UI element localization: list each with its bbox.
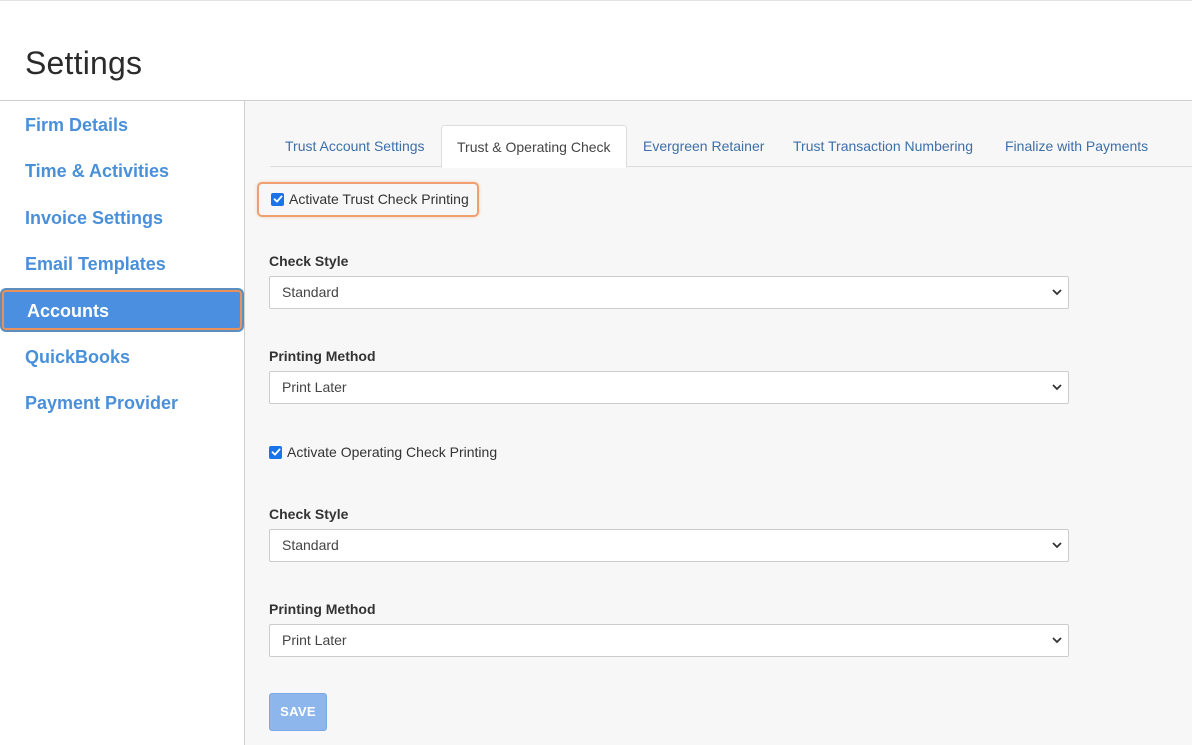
sidebar-item-firm-details[interactable]: Firm Details xyxy=(0,102,244,148)
page-title: Settings xyxy=(25,45,143,81)
operating-printing-method-value: Print Later xyxy=(282,632,347,648)
trust-check-style-select[interactable]: Standard xyxy=(269,276,1069,309)
sidebar-item-invoice-settings[interactable]: Invoice Settings xyxy=(0,195,244,241)
tab-bar: Trust Account Settings Trust & Operating… xyxy=(270,125,1192,168)
chevron-down-icon xyxy=(1052,289,1062,296)
chevron-down-icon xyxy=(1052,637,1062,644)
checkmark-icon xyxy=(273,195,282,203)
settings-sidebar: Firm Details Time & Activities Invoice S… xyxy=(0,101,245,745)
chevron-down-icon xyxy=(1052,542,1062,549)
main-content: Trust Account Settings Trust & Operating… xyxy=(245,101,1192,745)
tab-evergreen-retainer[interactable]: Evergreen Retainer xyxy=(628,125,779,167)
trust-check-style-value: Standard xyxy=(282,284,339,300)
tab-trust-transaction-numbering[interactable]: Trust Transaction Numbering xyxy=(778,125,988,167)
trust-check-style-label: Check Style xyxy=(269,253,349,269)
activate-trust-check-printing[interactable]: Activate Trust Check Printing xyxy=(257,182,479,217)
trust-printing-method-select[interactable]: Print Later xyxy=(269,371,1069,404)
operating-check-style-value: Standard xyxy=(282,537,339,553)
sidebar-item-time-activities[interactable]: Time & Activities xyxy=(0,148,244,194)
sidebar-item-quickbooks[interactable]: QuickBooks xyxy=(0,334,244,380)
trust-check-printing-label: Activate Trust Check Printing xyxy=(289,191,469,207)
checkmark-icon xyxy=(271,448,280,456)
operating-check-style-label: Check Style xyxy=(269,506,349,522)
tab-trust-operating-check[interactable]: Trust & Operating Check xyxy=(441,125,627,168)
save-button[interactable]: SAVE xyxy=(269,693,327,731)
operating-check-style-select[interactable]: Standard xyxy=(269,529,1069,562)
operating-check-printing-label: Activate Operating Check Printing xyxy=(287,444,498,460)
trust-check-printing-checkbox[interactable] xyxy=(271,192,284,206)
sidebar-item-payment-provider[interactable]: Payment Provider xyxy=(0,380,244,426)
operating-printing-method-label: Printing Method xyxy=(269,601,376,617)
tab-trust-account-settings[interactable]: Trust Account Settings xyxy=(270,125,440,167)
tab-finalize-with-payments[interactable]: Finalize with Payments xyxy=(990,125,1163,167)
operating-printing-method-select[interactable]: Print Later xyxy=(269,624,1069,657)
sidebar-item-email-templates[interactable]: Email Templates xyxy=(0,241,244,287)
sidebar-item-accounts[interactable]: Accounts xyxy=(2,290,242,330)
activate-operating-check-printing[interactable]: Activate Operating Check Printing xyxy=(269,444,497,460)
page-header: Settings xyxy=(0,1,1192,101)
trust-printing-method-value: Print Later xyxy=(282,379,347,395)
chevron-down-icon xyxy=(1052,384,1062,391)
trust-printing-method-label: Printing Method xyxy=(269,348,376,364)
operating-check-printing-checkbox[interactable] xyxy=(269,445,282,459)
